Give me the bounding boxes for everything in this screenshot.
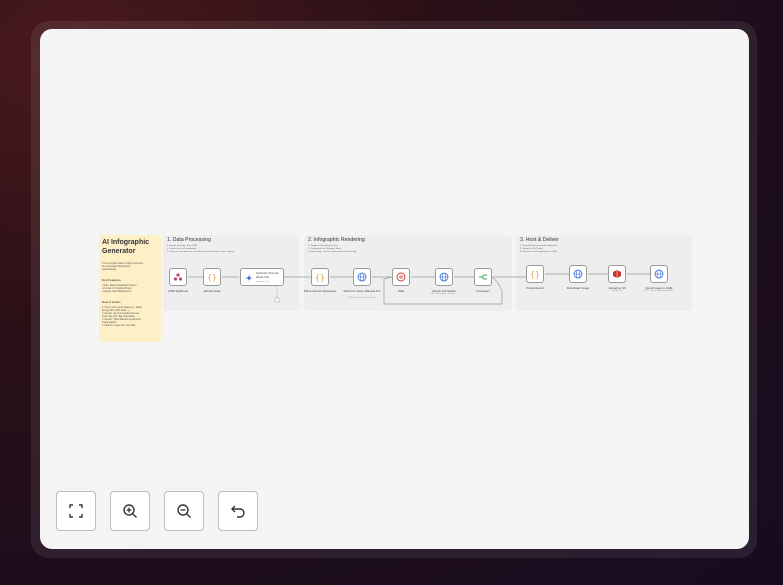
node-upload-s3[interactable] — [608, 265, 626, 283]
node-is-ready[interactable] — [474, 268, 492, 286]
node-sub: GET: https://api.kie.ai/api/v1/... — [430, 293, 458, 295]
fit-view-button[interactable] — [56, 491, 96, 531]
svg-text:{}: {} — [207, 273, 217, 282]
node-parse-result[interactable]: {} — [526, 265, 544, 283]
code-braces-icon: {} — [207, 273, 217, 282]
node-line-webhook[interactable] — [169, 268, 187, 286]
node-label: Download Image — [566, 286, 590, 290]
node-label: Is Ready? — [476, 289, 490, 293]
workflow-canvas[interactable]: AI Infographic Generator Turns complex d… — [40, 29, 749, 549]
globe-icon — [654, 269, 664, 279]
node-sub: message: text — [256, 281, 269, 283]
node-sub: upload: file — [612, 290, 622, 292]
code-braces-icon: {} — [315, 273, 325, 282]
svg-text:{}: {} — [530, 270, 540, 279]
branch-icon — [479, 274, 487, 280]
fit-view-icon — [69, 504, 83, 518]
add-model-handle — [274, 297, 280, 303]
node-label: Extract Data — [203, 289, 221, 293]
node-sub: POST: https://api.kie.ai/api/v1/... — [347, 297, 377, 299]
pause-icon — [396, 272, 406, 282]
node-label: LINE Webhook — [167, 289, 189, 293]
gemini-sparkle-icon — [245, 274, 253, 282]
globe-icon — [357, 272, 367, 282]
zoom-out-icon — [177, 504, 191, 518]
node-download-image[interactable] — [569, 265, 587, 283]
node-label: Parse Gemini Response — [303, 289, 337, 293]
undo-icon — [231, 505, 245, 518]
s3-icon — [613, 270, 621, 278]
node-send-line[interactable] — [650, 265, 668, 283]
zoom-in-icon — [123, 504, 137, 518]
zoom-in-button[interactable] — [110, 491, 150, 531]
node-label: Parse Result — [526, 286, 544, 290]
undo-button[interactable] — [218, 491, 258, 531]
node-check-job[interactable] — [435, 268, 453, 286]
node-label: Submit to Nano Banana Pro — [343, 289, 381, 293]
node-submit-nano[interactable] — [353, 268, 371, 286]
svg-text:{}: {} — [315, 273, 325, 282]
node-sub: POST: https://api.line.me/v2/bot/... — [643, 290, 675, 292]
node-label: Optimize Prompt (Data Viz) — [256, 271, 279, 279]
webhook-icon — [173, 273, 183, 281]
node-parse-gemini[interactable]: {} — [311, 268, 329, 286]
node-extract-data[interactable]: {} — [203, 268, 221, 286]
code-braces-icon: {} — [530, 270, 540, 279]
connections-layer — [188, 273, 650, 305]
globe-icon — [439, 272, 449, 282]
node-label: Wait — [398, 289, 404, 293]
zoom-out-button[interactable] — [164, 491, 204, 531]
node-wait[interactable] — [392, 268, 410, 286]
node-optimize-prompt[interactable]: Optimize Prompt (Data Viz) message: text — [240, 268, 284, 286]
globe-icon — [573, 269, 583, 279]
